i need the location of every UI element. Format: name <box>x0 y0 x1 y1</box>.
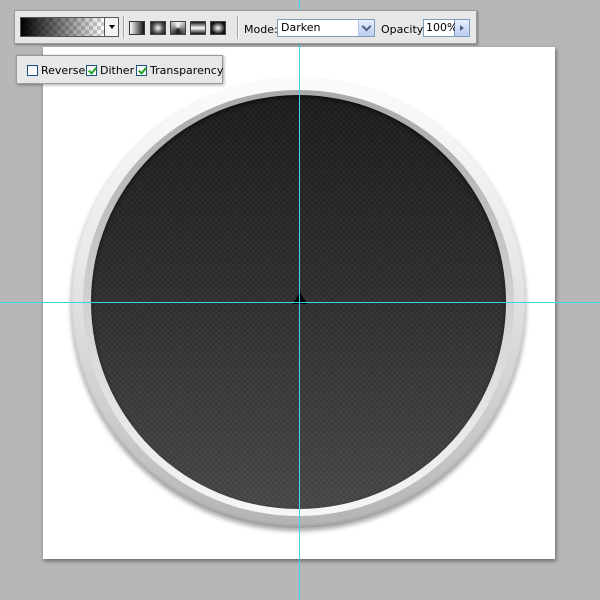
chevron-down-icon <box>108 25 115 29</box>
transparency-checkbox[interactable] <box>136 65 147 76</box>
reverse-label[interactable]: Reverse <box>41 64 85 77</box>
opacity-input[interactable]: 100% <box>423 19 458 37</box>
vertical-guide[interactable] <box>299 0 300 600</box>
diamond-gradient-icon[interactable] <box>210 21 226 35</box>
mode-select[interactable]: Darken <box>277 19 375 37</box>
reverse-checkbox[interactable] <box>27 65 38 76</box>
opacity-value: 100% <box>426 21 458 34</box>
toolbar-separator <box>123 16 125 39</box>
gradient-options-panel: Reverse Dither Transparency <box>16 55 223 84</box>
dither-label[interactable]: Dither <box>100 64 134 77</box>
opacity-slider-button[interactable] <box>455 19 470 37</box>
gradient-picker-dropdown-button[interactable] <box>105 17 119 37</box>
linear-gradient-icon[interactable] <box>129 21 145 35</box>
opacity-label: Opacity: <box>381 23 427 36</box>
toolbar-separator <box>237 16 239 39</box>
dither-checkbox[interactable] <box>86 65 97 76</box>
gradient-picker-swatch[interactable] <box>20 17 105 37</box>
chevron-down-icon <box>361 21 372 31</box>
mode-dropdown-button[interactable] <box>358 20 374 36</box>
angle-gradient-icon[interactable] <box>170 21 186 35</box>
reflected-gradient-icon[interactable] <box>190 21 206 35</box>
chevron-right-icon <box>460 25 464 31</box>
transparency-label[interactable]: Transparency <box>150 64 223 77</box>
radial-gradient-icon[interactable] <box>150 21 166 35</box>
mode-value: Darken <box>281 21 321 34</box>
gradient-options-bar: Mode: Darken Opacity: 100% <box>14 10 477 44</box>
mode-label: Mode: <box>244 23 278 36</box>
horizontal-guide[interactable] <box>0 302 600 303</box>
